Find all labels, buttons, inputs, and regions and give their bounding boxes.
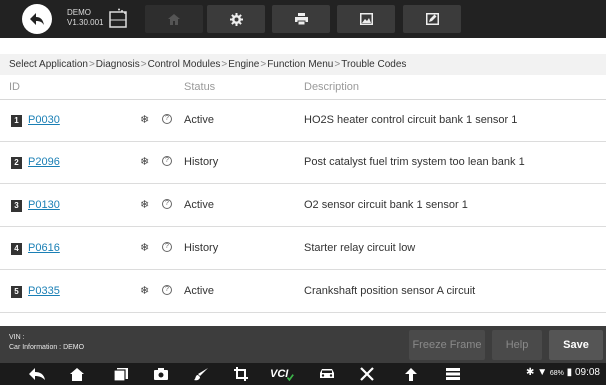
- freeze-frame-icon[interactable]: ❄: [140, 198, 149, 211]
- nav-home-icon[interactable]: [68, 366, 86, 382]
- dtc-code-link[interactable]: P2096: [28, 156, 60, 168]
- version-text: V1.30.001: [67, 18, 104, 27]
- dtc-description: Starter relay circuit low: [304, 242, 416, 254]
- help-icon[interactable]: ?: [162, 114, 172, 124]
- image-icon: [359, 13, 373, 25]
- table-row[interactable]: 4 P0616 ❄ ? History Starter relay circui…: [0, 228, 606, 270]
- car-information: Car Information : DEMO: [9, 344, 85, 351]
- breadcrumb-item[interactable]: Select Application: [9, 59, 88, 70]
- row-number-badge: 3: [11, 200, 22, 212]
- freeze-frame-icon[interactable]: ❄: [140, 284, 149, 297]
- dtc-status: Active: [184, 285, 214, 297]
- bluetooth-icon: ✱: [526, 367, 535, 378]
- vci-label: VCI: [270, 368, 289, 380]
- nav-back-icon[interactable]: [28, 366, 46, 382]
- breadcrumb-separator: >: [88, 59, 95, 70]
- dtc-code-link[interactable]: P0030: [28, 114, 60, 126]
- back-button[interactable]: [22, 4, 52, 34]
- freeze-frame-icon[interactable]: ❄: [140, 241, 149, 254]
- demo-version-label: DEMO V1.30.001: [67, 8, 103, 28]
- dtc-description: HO2S heater control circuit bank 1 senso…: [304, 114, 518, 126]
- freeze-frame-icon[interactable]: ❄: [140, 155, 149, 168]
- dtc-description: O2 sensor circuit bank 1 sensor 1: [304, 199, 468, 211]
- back-icon: [30, 13, 44, 25]
- table-row[interactable]: 1 P0030 ❄ ? Active HO2S heater control c…: [0, 100, 606, 142]
- breadcrumb-item[interactable]: Diagnosis: [96, 59, 140, 70]
- menu-icon[interactable]: [444, 366, 462, 382]
- freeze-frame-button[interactable]: Freeze Frame: [409, 330, 485, 360]
- brush-icon[interactable]: [192, 366, 210, 382]
- table-row[interactable]: 2 P2096 ❄ ? History Post catalyst fuel t…: [0, 142, 606, 184]
- screenshot-button[interactable]: [337, 5, 395, 33]
- row-number-badge: 1: [11, 115, 22, 127]
- dtc-status: History: [184, 242, 219, 254]
- system-nav-bar: VCI ✱ ▼ 68% ▮ 09:08: [0, 363, 606, 385]
- row-number-badge: 5: [11, 286, 22, 298]
- clock: 09:08: [574, 367, 600, 378]
- table-row[interactable]: 3 P0130 ❄ ? Active O2 sensor circuit ban…: [0, 185, 606, 227]
- upload-icon[interactable]: [402, 366, 420, 382]
- breadcrumb-item-current: Trouble Codes: [341, 59, 407, 70]
- help-icon[interactable]: ?: [162, 199, 172, 209]
- dtc-description: Post catalyst fuel trim system too lean …: [304, 156, 525, 168]
- dtc-description: Crankshaft position sensor A circuit: [304, 285, 476, 297]
- row-number-badge: 4: [11, 243, 22, 255]
- print-button[interactable]: [272, 5, 330, 33]
- battery-icon: ▮: [566, 367, 573, 378]
- home-button[interactable]: [145, 5, 203, 33]
- freeze-frame-icon[interactable]: ❄: [140, 113, 149, 126]
- dtc-code-link[interactable]: P0335: [28, 285, 60, 297]
- battery-percent: 68%: [549, 370, 564, 377]
- bottom-action-bar: VIN : Car Information : DEMO Freeze Fram…: [0, 326, 606, 363]
- breadcrumb-item[interactable]: Function Menu: [267, 59, 333, 70]
- demo-title: DEMO: [67, 8, 91, 17]
- breadcrumb-item[interactable]: Control Modules: [148, 59, 221, 70]
- settings-button[interactable]: [207, 5, 265, 33]
- dtc-status: Active: [184, 114, 214, 126]
- vehicle-info: VIN : Car Information : DEMO: [9, 333, 84, 353]
- breadcrumb-item[interactable]: Engine: [228, 59, 259, 70]
- table-header: ID Status Description: [0, 75, 606, 100]
- row-number-badge: 2: [11, 157, 22, 169]
- print-icon: [294, 13, 308, 25]
- wifi-icon: ▼: [537, 367, 548, 378]
- help-icon[interactable]: ?: [162, 285, 172, 295]
- column-header-id: ID: [9, 81, 20, 93]
- nav-recents-icon[interactable]: [112, 366, 130, 382]
- system-status: ✱ ▼ 68% ▮ 09:08: [526, 367, 600, 378]
- home-icon: [168, 13, 180, 25]
- edit-icon: [425, 13, 439, 25]
- save-button[interactable]: Save: [549, 330, 603, 360]
- demo-icon[interactable]: [108, 8, 128, 29]
- help-icon[interactable]: ?: [162, 156, 172, 166]
- edit-button[interactable]: [403, 5, 461, 33]
- tools-icon[interactable]: [358, 366, 376, 382]
- dtc-status: Active: [184, 199, 214, 211]
- dtc-code-link[interactable]: P0616: [28, 242, 60, 254]
- column-header-description: Description: [304, 81, 360, 93]
- dtc-code-link[interactable]: P0130: [28, 199, 60, 211]
- breadcrumb-separator: >: [140, 59, 147, 70]
- vci-icon[interactable]: VCI: [270, 366, 294, 382]
- breadcrumb: Select Application>Diagnosis>Control Mod…: [0, 54, 606, 75]
- top-toolbar: DEMO V1.30.001: [0, 0, 606, 38]
- settings-icon: [229, 12, 243, 26]
- car-icon[interactable]: [318, 366, 336, 382]
- table-row[interactable]: 5 P0335 ❄ ? Active Crankshaft position s…: [0, 271, 606, 313]
- dtc-status: History: [184, 156, 219, 168]
- help-icon[interactable]: ?: [162, 242, 172, 252]
- help-button[interactable]: Help: [492, 330, 542, 360]
- vin-label: VIN :: [9, 334, 25, 341]
- column-header-status: Status: [184, 81, 216, 93]
- crop-icon[interactable]: [232, 366, 250, 382]
- camera-icon[interactable]: [152, 366, 170, 382]
